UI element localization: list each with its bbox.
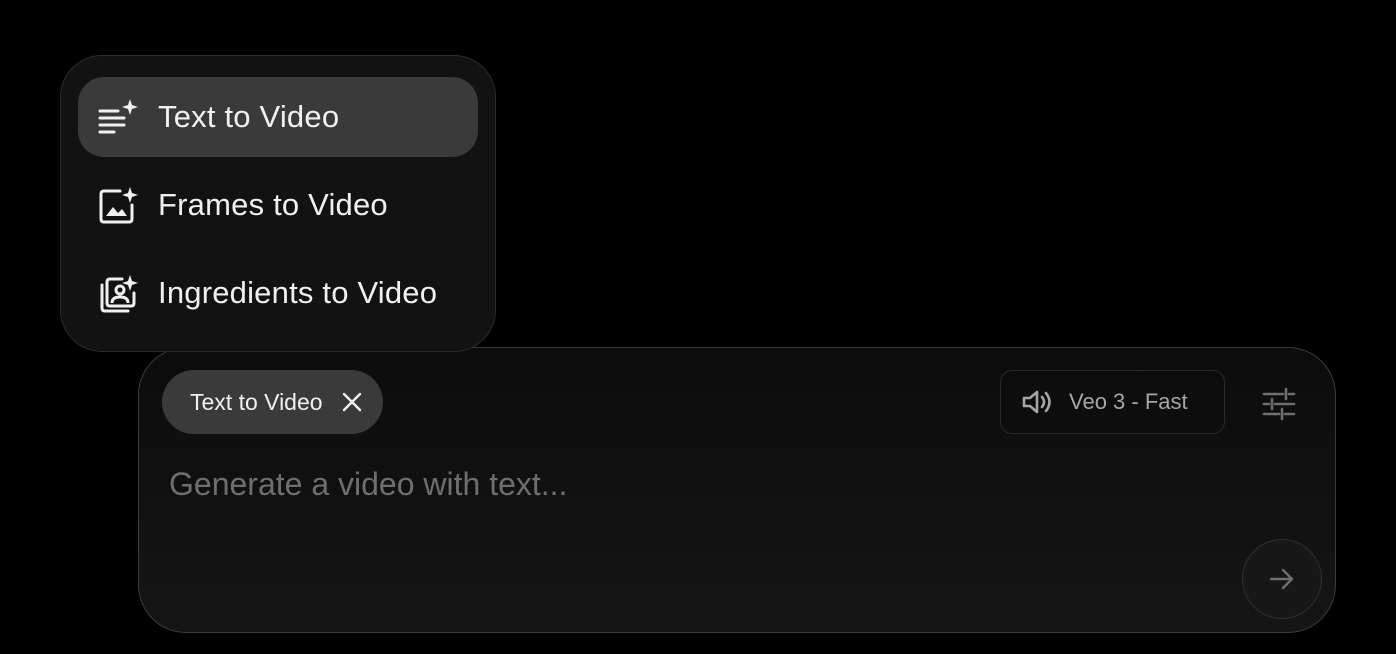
menu-item-label: Frames to Video (158, 187, 388, 222)
text-sparkle-icon (98, 97, 138, 137)
tune-sliders-icon (1262, 387, 1296, 421)
model-selector[interactable]: Veo 3 - Fast (1000, 370, 1225, 434)
send-button[interactable] (1242, 539, 1322, 619)
model-selector-label: Veo 3 - Fast (1069, 389, 1188, 414)
menu-item-ingredients-to-video[interactable]: Ingredients to Video (78, 253, 478, 333)
menu-item-label: Ingredients to Video (158, 275, 438, 310)
settings-button[interactable] (1259, 384, 1299, 424)
close-icon[interactable] (337, 387, 367, 417)
portrait-stack-sparkle-icon (98, 273, 138, 313)
mode-chip-label: Text to Video (190, 388, 323, 415)
arrow-right-icon (1269, 568, 1294, 590)
volume-icon (1022, 390, 1051, 414)
menu-item-label: Text to Video (158, 99, 340, 134)
mode-dropdown-menu: Text to Video Frames to Video Ingredient… (60, 55, 496, 352)
image-sparkle-icon (98, 185, 138, 225)
app-stage: Text to Video Frames to Video Ingredient… (0, 0, 1396, 654)
prompt-composer: Text to Video Veo 3 - Fast (138, 347, 1336, 633)
menu-item-text-to-video[interactable]: Text to Video (78, 77, 478, 157)
mode-chip[interactable]: Text to Video (162, 370, 383, 434)
prompt-input[interactable] (169, 460, 1249, 508)
menu-item-frames-to-video[interactable]: Frames to Video (78, 165, 478, 245)
